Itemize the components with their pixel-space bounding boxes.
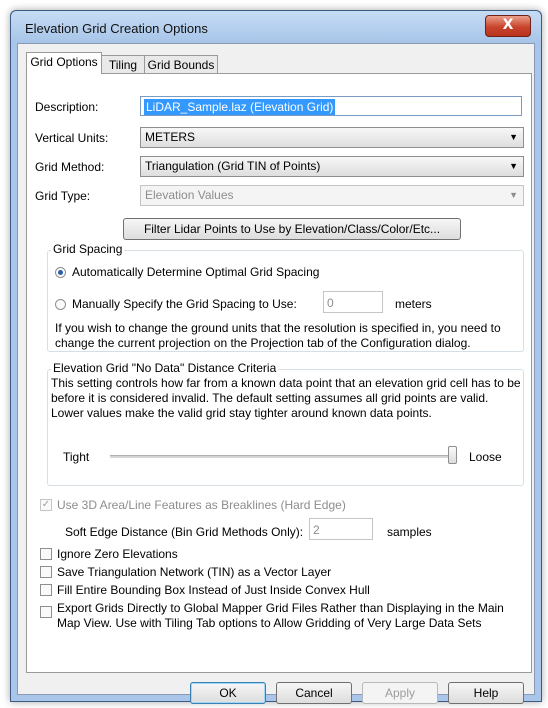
save-tin-checkbox[interactable] — [40, 566, 52, 578]
description-value: LiDAR_Sample.laz (Elevation Grid) — [144, 99, 336, 115]
grid-method-label: Grid Method: — [35, 160, 105, 174]
tab-grid-options[interactable]: Grid Options — [26, 52, 102, 74]
manual-spacing-label[interactable]: Manually Specify the Grid Spacing to Use… — [72, 297, 297, 311]
manual-spacing-radio[interactable] — [55, 299, 66, 310]
spacing-units-label: meters — [395, 297, 432, 311]
grid-type-value: Elevation Values — [145, 188, 234, 202]
soft-edge-label: Soft Edge Distance (Bin Grid Methods Onl… — [65, 525, 304, 539]
chevron-down-icon: ▼ — [509, 161, 518, 171]
loose-label: Loose — [469, 450, 502, 464]
chevron-down-icon: ▼ — [509, 190, 518, 200]
breaklines-checkbox[interactable]: ✓ — [40, 499, 52, 511]
spacing-value-input[interactable]: 0 — [323, 291, 383, 313]
close-icon: X — [502, 17, 514, 33]
grid-method-select[interactable]: Triangulation (Grid TIN of Points) ▼ — [140, 156, 524, 177]
vertical-units-value: METERS — [145, 130, 196, 144]
breaklines-label[interactable]: Use 3D Area/Line Features as Breaklines … — [57, 498, 346, 512]
dialog-window: Elevation Grid Creation Options X Grid O… — [10, 10, 542, 704]
ignore-zero-checkbox[interactable] — [40, 548, 52, 560]
fill-bbox-label[interactable]: Fill Entire Bounding Box Instead of Just… — [57, 583, 370, 597]
no-data-title: Elevation Grid "No Data" Distance Criter… — [51, 361, 279, 375]
window-title: Elevation Grid Creation Options — [25, 21, 208, 36]
close-button[interactable]: X — [485, 15, 531, 37]
spacing-note: If you wish to change the ground units t… — [55, 321, 501, 350]
grid-spacing-title: Grid Spacing — [51, 242, 125, 256]
vertical-units-label: Vertical Units: — [35, 131, 109, 145]
soft-edge-units: samples — [387, 525, 432, 539]
soft-edge-input[interactable]: 2 — [309, 518, 373, 540]
dialog-client: Grid Options Tiling Grid Bounds Descript… — [17, 43, 535, 704]
no-data-description: This setting controls how far from a kno… — [51, 376, 521, 420]
tab-tiling[interactable]: Tiling — [100, 55, 146, 74]
export-grids-label-line2[interactable]: Map View. Use with Tiling Tab options to… — [57, 616, 481, 630]
distance-slider-thumb[interactable] — [448, 446, 457, 464]
grid-method-value: Triangulation (Grid TIN of Points) — [145, 159, 321, 173]
distance-slider-track[interactable] — [110, 455, 452, 458]
filter-lidar-button[interactable]: Filter Lidar Points to Use by Elevation/… — [123, 218, 461, 240]
grid-type-label: Grid Type: — [35, 189, 91, 203]
description-label: Description: — [35, 100, 99, 114]
check-icon: ✓ — [41, 499, 51, 510]
tight-label: Tight — [63, 450, 90, 464]
export-grids-label-line1[interactable]: Export Grids Directly to Global Mapper G… — [57, 601, 504, 615]
help-button[interactable]: Help — [448, 682, 524, 704]
fill-bbox-checkbox[interactable] — [40, 584, 52, 596]
cancel-button[interactable]: Cancel — [276, 682, 352, 704]
vertical-units-select[interactable]: METERS ▼ — [140, 127, 524, 148]
grid-options-panel: Description: LiDAR_Sample.laz (Elevation… — [26, 73, 532, 673]
chevron-down-icon: ▼ — [509, 132, 518, 142]
export-grids-checkbox[interactable] — [40, 606, 52, 618]
auto-spacing-radio[interactable] — [55, 267, 66, 278]
grid-type-select[interactable]: Elevation Values ▼ — [140, 185, 524, 206]
apply-button[interactable]: Apply — [362, 682, 438, 704]
tab-grid-bounds[interactable]: Grid Bounds — [144, 55, 218, 74]
save-tin-label[interactable]: Save Triangulation Network (TIN) as a Ve… — [57, 565, 331, 579]
title-bar[interactable]: Elevation Grid Creation Options X — [11, 11, 541, 43]
description-input[interactable]: LiDAR_Sample.laz (Elevation Grid) — [140, 96, 522, 116]
ok-button[interactable]: OK — [190, 682, 266, 704]
ignore-zero-label[interactable]: Ignore Zero Elevations — [57, 547, 178, 561]
auto-spacing-label[interactable]: Automatically Determine Optimal Grid Spa… — [72, 265, 319, 279]
